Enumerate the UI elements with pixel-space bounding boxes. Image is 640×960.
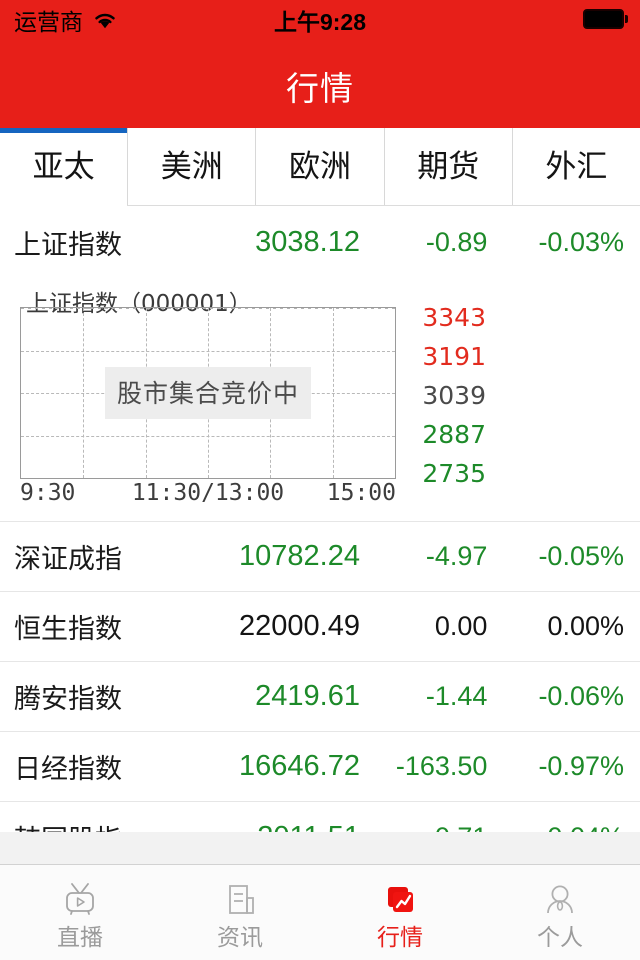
quote-percent: -0.05% — [538, 541, 624, 571]
chart-plot-area: 股市集合竞价中 — [20, 307, 396, 479]
tv-live-icon — [59, 880, 101, 920]
tab-label: 亚太 — [32, 149, 95, 184]
tab-label: 外汇 — [545, 149, 608, 184]
tab-label: 期货 — [417, 149, 480, 184]
quote-percent: -0.97% — [538, 751, 624, 781]
table-row[interactable]: 恒生指数 22000.49 0.00 0.00% — [0, 592, 640, 662]
page-title: 行情 — [286, 70, 354, 107]
quote-change: -4.97 — [425, 541, 488, 571]
index-intraday-chart[interactable]: 上证指数（000001） 股市集合竞价中 9:30 11:30/13:00 15… — [0, 277, 640, 522]
quote-change: -0.89 — [425, 226, 488, 257]
bottom-tab-label: 行情 — [377, 924, 423, 950]
y-tick-label: 2887 — [422, 420, 486, 449]
quote-price: 22000.49 — [239, 610, 360, 642]
y-tick-label: 2735 — [422, 459, 486, 488]
tab-europe[interactable]: 欧洲 — [256, 128, 385, 205]
quote-price: 16646.72 — [239, 750, 360, 782]
bottom-tab-label: 资讯 — [217, 924, 263, 950]
y-tick-label: 3191 — [422, 342, 486, 371]
table-row[interactable]: 深证成指 10782.24 -4.97 -0.05% — [0, 522, 640, 592]
tab-label: 美洲 — [160, 149, 223, 184]
quote-percent: -0.03% — [538, 226, 624, 257]
tab-label: 欧洲 — [289, 149, 351, 184]
bottom-tab-label: 个人 — [537, 924, 583, 950]
carrier-label: 运营商 — [14, 8, 83, 35]
table-row[interactable]: 上证指数 3038.12 -0.89 -0.03% — [0, 207, 640, 277]
bottom-tab-news[interactable]: 资讯 — [160, 865, 320, 960]
news-document-icon — [219, 880, 261, 920]
quote-name: 日经指数 — [14, 754, 122, 784]
market-chart-icon — [379, 880, 421, 920]
battery-icon — [583, 9, 628, 29]
quote-percent: -0.06% — [538, 681, 624, 711]
x-tick-label: 15:00 — [326, 480, 396, 506]
bottom-tab-label: 直播 — [57, 924, 103, 950]
status-bar: 运营商 上午9:28 — [0, 0, 640, 44]
x-tick-label: 11:30/13:00 — [131, 480, 285, 506]
bottom-tab-profile[interactable]: 个人 — [480, 865, 640, 960]
bottom-tab-market[interactable]: 行情 — [320, 865, 480, 960]
tab-futures[interactable]: 期货 — [384, 128, 513, 205]
y-tick-label: 3343 — [422, 303, 486, 332]
nav-bar: 行情 — [0, 44, 640, 128]
bottom-tab-live[interactable]: 直播 — [0, 865, 160, 960]
app-root: 运营商 上午9:28 行情 亚太 美洲 欧洲 期货 外汇 上证指数 3038.1… — [0, 0, 640, 960]
bottom-tab-bar: 直播 资讯 行情 个人 — [0, 864, 640, 960]
quote-change: 0.00 — [434, 611, 488, 641]
quote-name: 上证指数 — [14, 229, 122, 260]
status-bar-left: 运营商 — [14, 10, 118, 35]
person-icon — [539, 880, 581, 920]
chart-y-axis: 3343 3191 3039 2887 2735 — [404, 303, 486, 488]
market-tab-strip: 亚太 美洲 欧洲 期货 外汇 — [0, 128, 640, 206]
tab-asia-pacific[interactable]: 亚太 — [0, 128, 129, 206]
tab-forex[interactable]: 外汇 — [512, 128, 640, 205]
quote-price: 3038.12 — [255, 225, 360, 258]
quote-list: 上证指数 3038.12 -0.89 -0.03% 上证指数（000001） 股… — [0, 207, 640, 872]
table-row[interactable]: 日经指数 16646.72 -163.50 -0.97% — [0, 732, 640, 802]
quote-name: 恒生指数 — [14, 614, 122, 644]
x-tick-label: 9:30 — [20, 480, 76, 506]
quote-name: 腾安指数 — [14, 684, 122, 714]
quote-price: 2419.61 — [255, 680, 360, 712]
chart-x-axis: 9:30 11:30/13:00 15:00 — [20, 480, 396, 510]
quote-change: -1.44 — [425, 681, 488, 711]
quote-change: -163.50 — [395, 751, 488, 781]
quote-percent: 0.00% — [547, 611, 624, 641]
y-tick-label: 3039 — [422, 381, 486, 410]
quote-price: 10782.24 — [239, 540, 360, 572]
table-row[interactable]: 腾安指数 2419.61 -1.44 -0.06% — [0, 662, 640, 732]
quote-name: 深证成指 — [14, 544, 122, 574]
list-bottom-gap — [0, 832, 640, 864]
tab-americas[interactable]: 美洲 — [128, 128, 257, 205]
chart-overlay-message: 股市集合竞价中 — [104, 367, 312, 419]
wifi-icon — [92, 10, 118, 35]
